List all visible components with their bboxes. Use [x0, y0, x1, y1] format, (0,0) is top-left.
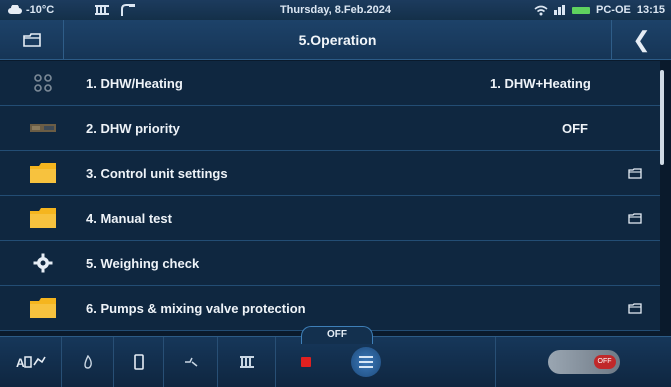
boiler-icon: [133, 354, 144, 370]
empty-slot: [396, 337, 496, 387]
radiator-button[interactable]: [218, 337, 276, 387]
list-item-label: 3. Control unit settings: [86, 165, 228, 181]
network-icon: [554, 4, 566, 15]
wifi-icon: [534, 5, 548, 15]
status-bar: -10°C Thursday, 8.Feb.2024 PC-OE 13:15: [0, 0, 671, 20]
folder-outline-icon: [628, 302, 642, 314]
dots-grid-icon: [0, 74, 86, 92]
list-item-weighing-check[interactable]: 5. Weighing check: [0, 241, 660, 286]
menu-button[interactable]: [336, 337, 396, 387]
toggle-knob: OFF: [593, 355, 616, 369]
list-item-dhw-priority[interactable]: 2. DHW priority OFF: [0, 106, 660, 151]
status-icons: [90, 4, 230, 16]
settings-list: 1. DHW/Heating 1. DHW+Heating 2. DHW pri…: [0, 61, 660, 336]
cloud-icon: [8, 5, 22, 14]
status-right: PC-OE 13:15: [534, 4, 665, 16]
radiator-icon: [239, 356, 254, 368]
flame-button[interactable]: [62, 337, 114, 387]
back-button[interactable]: ❮: [611, 20, 671, 59]
chevron-left-icon: ❮: [632, 26, 651, 52]
open-folder-button[interactable]: [610, 167, 660, 179]
list-item-label: 2. DHW priority: [86, 120, 180, 136]
header: 5.Operation ❮: [0, 20, 671, 60]
list-item-control-unit-settings[interactable]: 3. Control unit settings: [0, 151, 660, 196]
flame-icon: [83, 355, 92, 369]
mode-icon: A: [16, 356, 46, 369]
open-folder-button[interactable]: [610, 212, 660, 224]
folder-icon: [0, 297, 86, 319]
power-toggle[interactable]: OFF: [496, 337, 671, 387]
hamburger-icon: [351, 347, 381, 377]
network-name: PC-OE: [596, 4, 631, 16]
stop-button[interactable]: [276, 337, 336, 387]
list-item-pumps-mixing-valve[interactable]: 6. Pumps & mixing valve protection: [0, 286, 660, 331]
list-item-manual-test[interactable]: 4. Manual test: [0, 196, 660, 241]
svg-text:A: A: [16, 356, 25, 369]
list-item-dhw-heating[interactable]: 1. DHW/Heating 1. DHW+Heating: [0, 61, 660, 106]
toggle-switch[interactable]: OFF: [547, 350, 620, 374]
mode-button[interactable]: A: [0, 337, 62, 387]
scrollbar[interactable]: [660, 70, 664, 165]
stop-icon: [301, 357, 311, 367]
folder-icon: [0, 207, 86, 229]
boiler-button[interactable]: [114, 337, 164, 387]
folder-icon: [0, 162, 86, 184]
list-item-value: OFF: [562, 120, 588, 136]
list-item-label: 5. Weighing check: [86, 255, 200, 271]
radiator-icon: [95, 5, 109, 15]
open-folder-button[interactable]: [610, 302, 660, 314]
outdoor-temperature: -10°C: [0, 4, 90, 16]
list-item-label: 4. Manual test: [86, 210, 172, 226]
list-item-value: 1. DHW+Heating: [490, 75, 591, 91]
battery-icon: [572, 6, 591, 14]
list-item-label: 6. Pumps & mixing valve protection: [86, 300, 306, 316]
toggle-label: OFF: [597, 358, 612, 365]
gear-icon: [0, 253, 86, 273]
pump-icon: [184, 357, 197, 367]
operation-state-tab: OFF: [301, 326, 373, 344]
folder-outline-icon: [628, 212, 642, 224]
temperature-text: -10°C: [26, 4, 55, 16]
shower-icon: [121, 4, 135, 16]
folder-outline-icon: [22, 32, 41, 47]
pump-button[interactable]: [164, 337, 218, 387]
header-folder-button[interactable]: [0, 20, 64, 59]
tank-icon: [0, 123, 86, 133]
clock: 13:15: [636, 4, 665, 16]
list-item-label: 1. DHW/Heating: [86, 75, 183, 91]
folder-outline-icon: [628, 167, 642, 179]
page-title: 5.Operation: [298, 31, 377, 48]
